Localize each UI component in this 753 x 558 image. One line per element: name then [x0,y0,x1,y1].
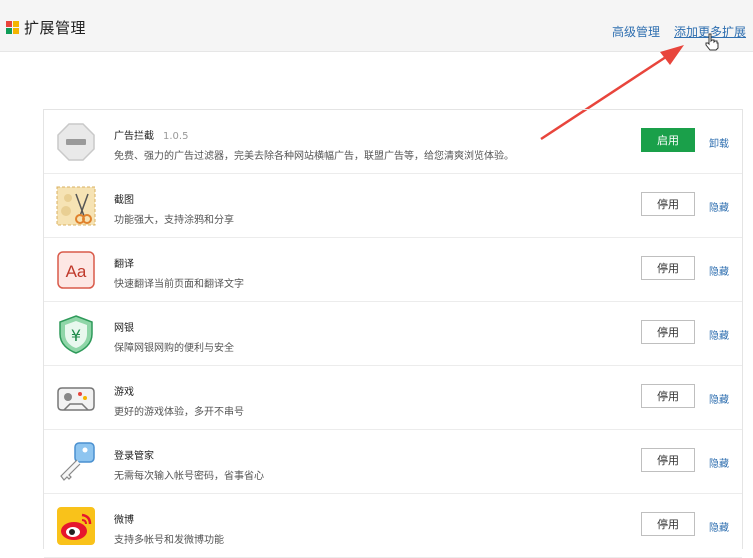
key-icon [60,442,95,481]
screenshot-scissors-icon [56,186,96,226]
extension-name: 游戏 [114,387,134,398]
extension-name: 登录管家 [114,451,154,462]
disable-button[interactable]: 停用 [641,192,695,216]
hide-link[interactable]: 隐藏 [709,199,729,214]
extension-row-adblock: 广告拦截 1.0.5 免费、强力的广告过滤器，完美去除各种网站横幅广告，联盟广告等… [44,110,742,174]
disable-button[interactable]: 停用 [641,448,695,472]
disable-button[interactable]: 停用 [641,320,695,344]
svg-text:¥: ¥ [71,326,81,345]
adblock-stop-icon [57,123,95,161]
extension-row-screenshot: 截图 功能强大，支持涂鸦和分享 停用 隐藏 [44,174,742,238]
extension-row-translate: Aa 翻译 快速翻译当前页面和翻译文字 停用 隐藏 [44,238,742,302]
extension-row-login: 登录管家 无需每次输入帐号密码，省事省心 停用 隐藏 [44,430,742,494]
extension-description: 免费、强力的广告过滤器，完美去除各种网站横幅广告，联盟广告等，给您清爽浏览体验。 [114,151,514,162]
extension-description: 功能强大，支持涂鸦和分享 [114,215,234,226]
hand-cursor-icon [705,33,719,51]
extension-name-row: 广告拦截 1.0.5 [114,131,189,142]
hide-link[interactable]: 隐藏 [709,455,729,470]
extension-name: 网银 [114,323,134,334]
extension-row-game: 游戏 更好的游戏体验，多开不串号 停用 隐藏 [44,366,742,430]
extension-description: 支持多帐号和发微博功能 [114,535,224,546]
extension-row-bank: ¥ 网银 保障网银网购的便利与安全 停用 隐藏 [44,302,742,366]
enable-button[interactable]: 启用 [641,128,695,152]
disable-button[interactable]: 停用 [641,512,695,536]
extension-name: 翻译 [114,259,134,270]
advanced-manage-link[interactable]: 高级管理 [612,23,660,40]
hide-link[interactable]: 隐藏 [709,391,729,406]
uninstall-link[interactable]: 卸载 [709,135,729,150]
extensions-logo-icon [6,21,19,34]
page-title: 扩展管理 [24,19,87,37]
extension-description: 快速翻译当前页面和翻译文字 [114,279,244,290]
extension-list: 广告拦截 1.0.5 免费、强力的广告过滤器，完美去除各种网站横幅广告，联盟广告等… [43,109,743,558]
extension-name: 截图 [114,195,134,206]
hide-link[interactable]: 隐藏 [709,327,729,342]
header-bar: 扩展管理 高级管理 添加更多扩展 [0,0,753,52]
gamepad-icon [57,387,95,411]
hide-link[interactable]: 隐藏 [709,263,729,278]
bank-shield-icon: ¥ [59,315,93,354]
translate-aa-icon: Aa [57,251,95,289]
hide-link[interactable]: 隐藏 [709,519,729,534]
svg-text:Aa: Aa [66,262,87,281]
extension-version: 1.0.5 [163,131,189,142]
extension-description: 保障网银网购的便利与安全 [114,343,234,354]
extension-description: 更好的游戏体验，多开不串号 [114,407,244,418]
extension-description: 无需每次输入帐号密码，省事省心 [114,471,264,482]
extension-row-weibo: 微博 支持多帐号和发微博功能 停用 隐藏 [44,494,742,558]
extension-name: 微博 [114,515,134,526]
disable-button[interactable]: 停用 [641,384,695,408]
disable-button[interactable]: 停用 [641,256,695,280]
weibo-icon [57,507,95,545]
